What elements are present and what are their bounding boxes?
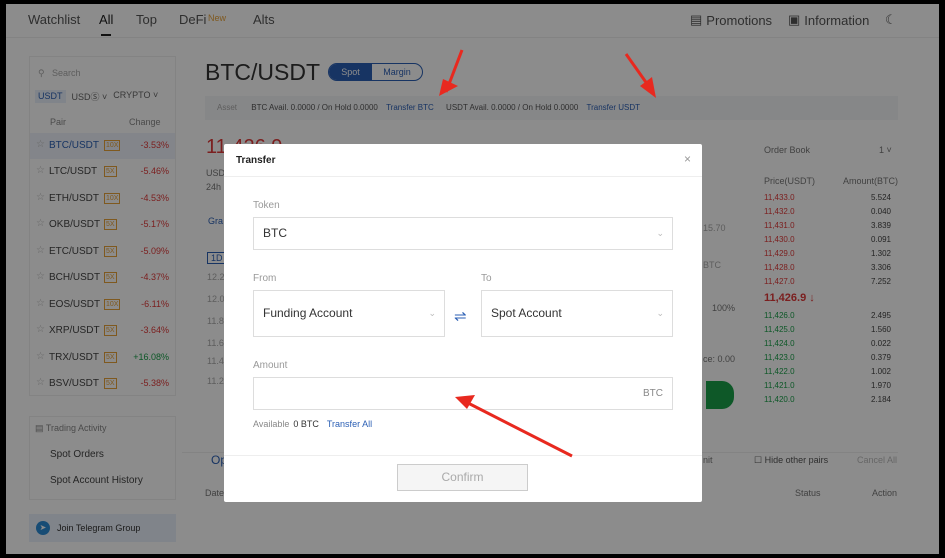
divider <box>224 176 702 177</box>
amount-input[interactable]: BTC <box>253 377 673 410</box>
available-label: Available <box>253 419 290 429</box>
close-icon[interactable]: × <box>684 152 691 166</box>
transfer-all-link[interactable]: Transfer All <box>327 419 372 429</box>
app-window: Watchlist All Top DeFi New Alts ▤ Promot… <box>6 4 939 554</box>
to-value: Spot Account <box>491 306 562 320</box>
from-account-select[interactable]: Funding Account ⌄ <box>253 290 445 337</box>
chevron-down-icon: ⌄ <box>656 228 664 238</box>
divider <box>224 455 702 456</box>
token-value: BTC <box>263 226 287 240</box>
transfer-modal: Transfer × Token BTC ⌄ From Funding Acco… <box>224 144 702 502</box>
to-label: To <box>481 273 492 284</box>
from-label: From <box>253 273 277 284</box>
token-label: Token <box>253 200 280 211</box>
amount-label: Amount <box>253 360 288 371</box>
to-account-select[interactable]: Spot Account ⌄ <box>481 290 673 337</box>
chevron-down-icon: ⌄ <box>656 308 664 318</box>
chevron-down-icon: ⌄ <box>428 308 436 318</box>
from-value: Funding Account <box>263 306 353 320</box>
confirm-button[interactable]: Confirm <box>397 464 528 491</box>
available-value: 0 BTC <box>293 419 319 429</box>
amount-unit: BTC <box>643 388 663 399</box>
token-select[interactable]: BTC ⌄ <box>253 217 673 250</box>
available-balance: Available 0 BTC Transfer All <box>253 419 372 429</box>
modal-title: Transfer <box>236 155 276 166</box>
swap-icon[interactable]: ⇌ <box>454 307 467 325</box>
